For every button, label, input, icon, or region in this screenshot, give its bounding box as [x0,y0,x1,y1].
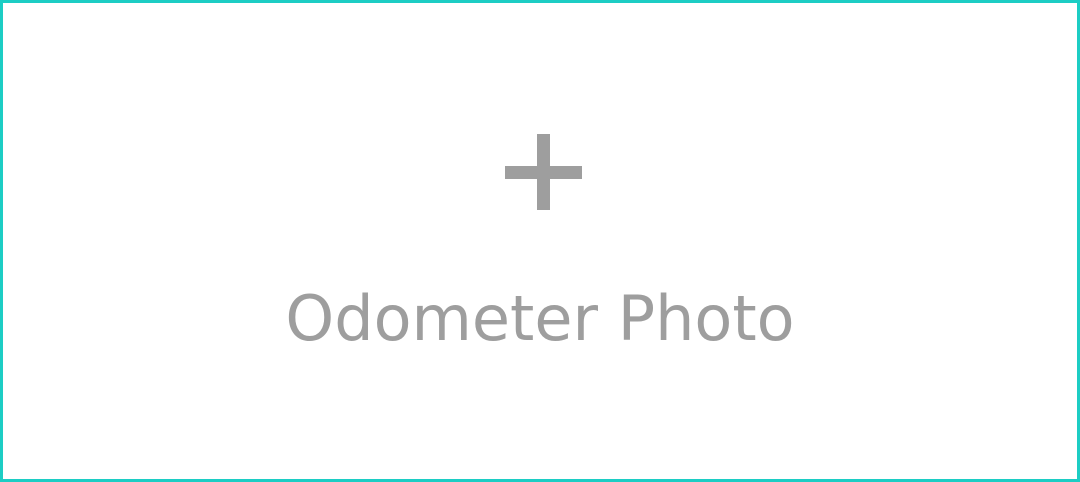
upload-tile-label: Odometer Photo [285,282,795,355]
plus-icon-horizontal-bar [505,166,582,179]
plus-icon [505,134,582,210]
odometer-photo-upload-button[interactable]: Odometer Photo [0,0,1080,482]
